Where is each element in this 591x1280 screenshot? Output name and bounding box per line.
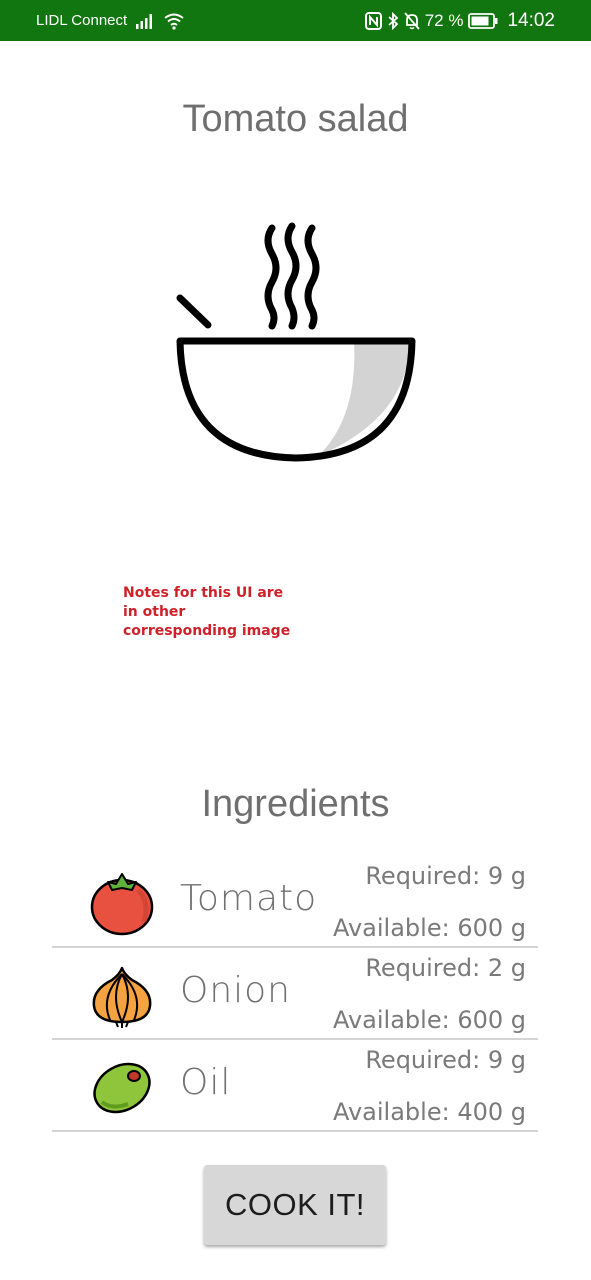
ingredients-list: Tomato Required: 9 g Available: 600 g On… (52, 856, 538, 1132)
tomato-icon (90, 873, 154, 936)
olive-icon (93, 1062, 151, 1114)
bell-off-icon (404, 11, 420, 30)
nfc-icon (364, 11, 382, 30)
wifi-icon (164, 13, 184, 30)
clock: 14:02 (507, 9, 555, 31)
onion-icon (92, 966, 152, 1028)
required-amount: Required: 9 g (365, 1046, 526, 1074)
required-amount: Required: 2 g (365, 954, 526, 982)
battery-percent: 72 % (424, 10, 464, 30)
status-bar: LIDL Connect 72 % 14:02 (0, 0, 591, 41)
ingredient-name: Oil (180, 1062, 232, 1103)
available-amount: Available: 600 g (332, 1006, 526, 1034)
signal-icon (136, 13, 153, 29)
ingredient-row[interactable]: Tomato Required: 9 g Available: 600 g (52, 856, 538, 948)
recipe-title: Tomato salad (182, 98, 409, 140)
available-amount: Available: 400 g (332, 1098, 526, 1126)
ui-note: Notes for this UI are in other correspon… (123, 585, 291, 639)
ingredient-row[interactable]: Onion Required: 2 g Available: 600 g (52, 948, 538, 1040)
required-amount: Required: 9 g (365, 862, 526, 890)
status-bar-left: LIDL Connect (36, 12, 185, 30)
cook-button[interactable]: COOK IT! (204, 1165, 386, 1245)
carrier-name: LIDL Connect (36, 12, 128, 29)
ingredient-name: Tomato (180, 878, 318, 919)
steaming-bowl-icon (176, 222, 416, 462)
bluetooth-icon (388, 11, 399, 30)
battery-icon (468, 12, 498, 29)
ingredient-name: Onion (180, 970, 291, 1011)
available-amount: Available: 600 g (332, 914, 526, 942)
ingredients-heading: Ingredients (201, 783, 390, 825)
ingredient-row[interactable]: Oil Required: 9 g Available: 400 g (52, 1040, 538, 1132)
status-bar-right: 72 % 14:02 (364, 9, 555, 32)
